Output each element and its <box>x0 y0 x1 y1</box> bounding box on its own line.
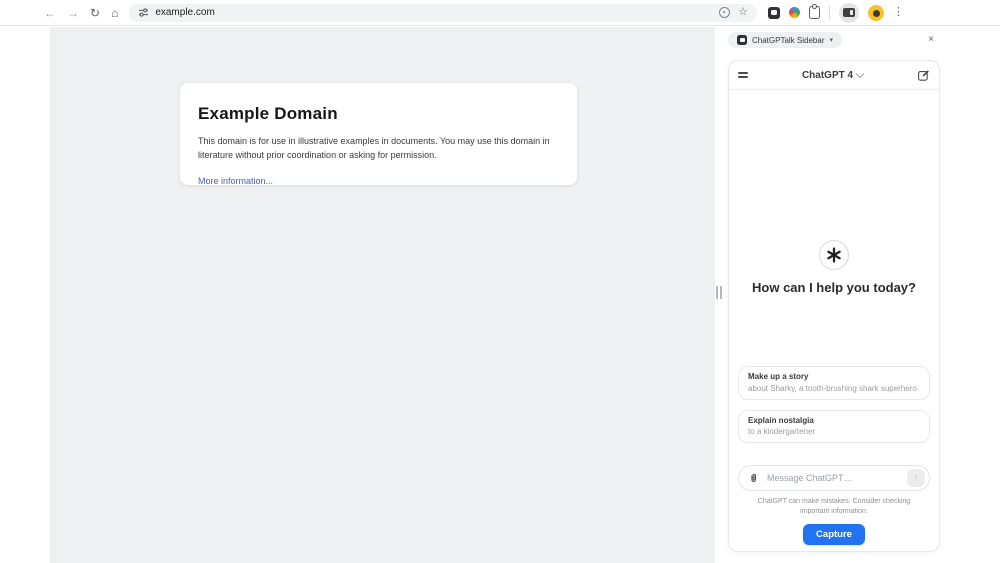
sidebar-resize-handle[interactable] <box>716 286 724 299</box>
extension-icon[interactable] <box>789 7 800 18</box>
forward-icon[interactable]: → <box>67 7 79 19</box>
page-body-text: This domain is for use in illustrative e… <box>198 136 550 160</box>
chat-header: ChatGPT 4 <box>729 61 939 90</box>
chatgpt-panel: ChatGPT 4 How can I help you today? Make… <box>728 60 940 552</box>
extensions-cluster: ⋮ <box>768 2 904 23</box>
disclaimer-text: ChatGPT can make mistakes. Consider chec… <box>757 498 911 516</box>
extension-name-label: ChatGPTalk Sidebar <box>752 35 825 45</box>
suggestion-title: Explain nostalgia <box>748 415 814 425</box>
suggestion-subtitle: about Sharky, a tooth-brushing shark sup… <box>748 383 917 393</box>
model-selector[interactable]: ChatGPT 4 <box>748 70 917 81</box>
side-panel-toggle-button[interactable] <box>839 2 859 23</box>
reload-icon[interactable]: ↻ <box>90 7 100 19</box>
site-info-icon[interactable] <box>138 7 149 18</box>
browser-window: ← → ↻ ⌂ example.com ☆ ⋮ Example Domain T… <box>0 0 1000 563</box>
model-label: ChatGPT 4 <box>801 69 854 81</box>
suggestion-title: Make up a story <box>748 372 809 382</box>
chevron-down-icon: ▾ <box>829 36 833 44</box>
page-title: Example Domain <box>198 104 338 123</box>
chevron-down-icon <box>855 69 865 79</box>
toolbar-divider <box>829 5 830 20</box>
chatgpt-logo <box>819 240 849 270</box>
omnibox-actions: ☆ <box>719 7 748 18</box>
side-panel-header: ChatGPTalk Sidebar ▾ × <box>728 32 940 48</box>
share-icon[interactable] <box>719 7 731 18</box>
message-input-row: ↑ <box>738 465 930 492</box>
extensions-puzzle-icon[interactable] <box>809 4 820 19</box>
url-text: example.com <box>155 7 215 18</box>
openai-logo-icon <box>827 247 841 263</box>
suggestion-card[interactable]: Make up a story about Sharky, a tooth-br… <box>738 366 930 400</box>
bookmark-icon[interactable]: ☆ <box>738 7 748 18</box>
back-icon[interactable]: ← <box>44 7 56 19</box>
example-domain-card: Example Domain This domain is for use in… <box>180 83 577 186</box>
greeting-text: How can I help you today? <box>752 280 916 295</box>
send-arrow-icon: ↑ <box>913 472 919 484</box>
suggestion-card[interactable]: Explain nostalgia to a kindergartener <box>738 409 930 444</box>
chat-body: How can I help you today? Make up a stor… <box>729 90 939 551</box>
browser-toolbar: ← → ↻ ⌂ example.com ☆ ⋮ <box>0 0 1000 26</box>
message-input[interactable] <box>765 472 901 485</box>
home-icon[interactable]: ⌂ <box>111 7 118 19</box>
menu-icon[interactable] <box>738 72 748 78</box>
chatgpt-sidebar: ChatGPTalk Sidebar ▾ × ChatGPT 4 How can… <box>715 27 1000 563</box>
suggestion-subtitle: to a kindergartener <box>748 427 816 437</box>
page-viewport: Example Domain This domain is for use in… <box>50 27 715 563</box>
side-panel-extension-selector[interactable]: ChatGPTalk Sidebar ▾ <box>728 32 842 48</box>
browser-menu-icon[interactable]: ⋮ <box>893 7 904 18</box>
capture-button[interactable]: Capture <box>803 524 865 545</box>
address-bar[interactable]: example.com ☆ <box>129 3 757 22</box>
side-panel-icon <box>843 8 855 17</box>
close-side-panel-icon[interactable]: × <box>928 35 934 45</box>
new-chat-icon[interactable] <box>917 69 930 82</box>
profile-avatar[interactable] <box>868 4 884 21</box>
attachment-icon[interactable] <box>748 473 759 484</box>
send-button[interactable]: ↑ <box>907 469 925 488</box>
chatgptalk-icon <box>737 35 747 45</box>
chatgptalk-extension-icon[interactable] <box>768 6 780 19</box>
more-information-link[interactable]: More information... <box>198 176 273 186</box>
